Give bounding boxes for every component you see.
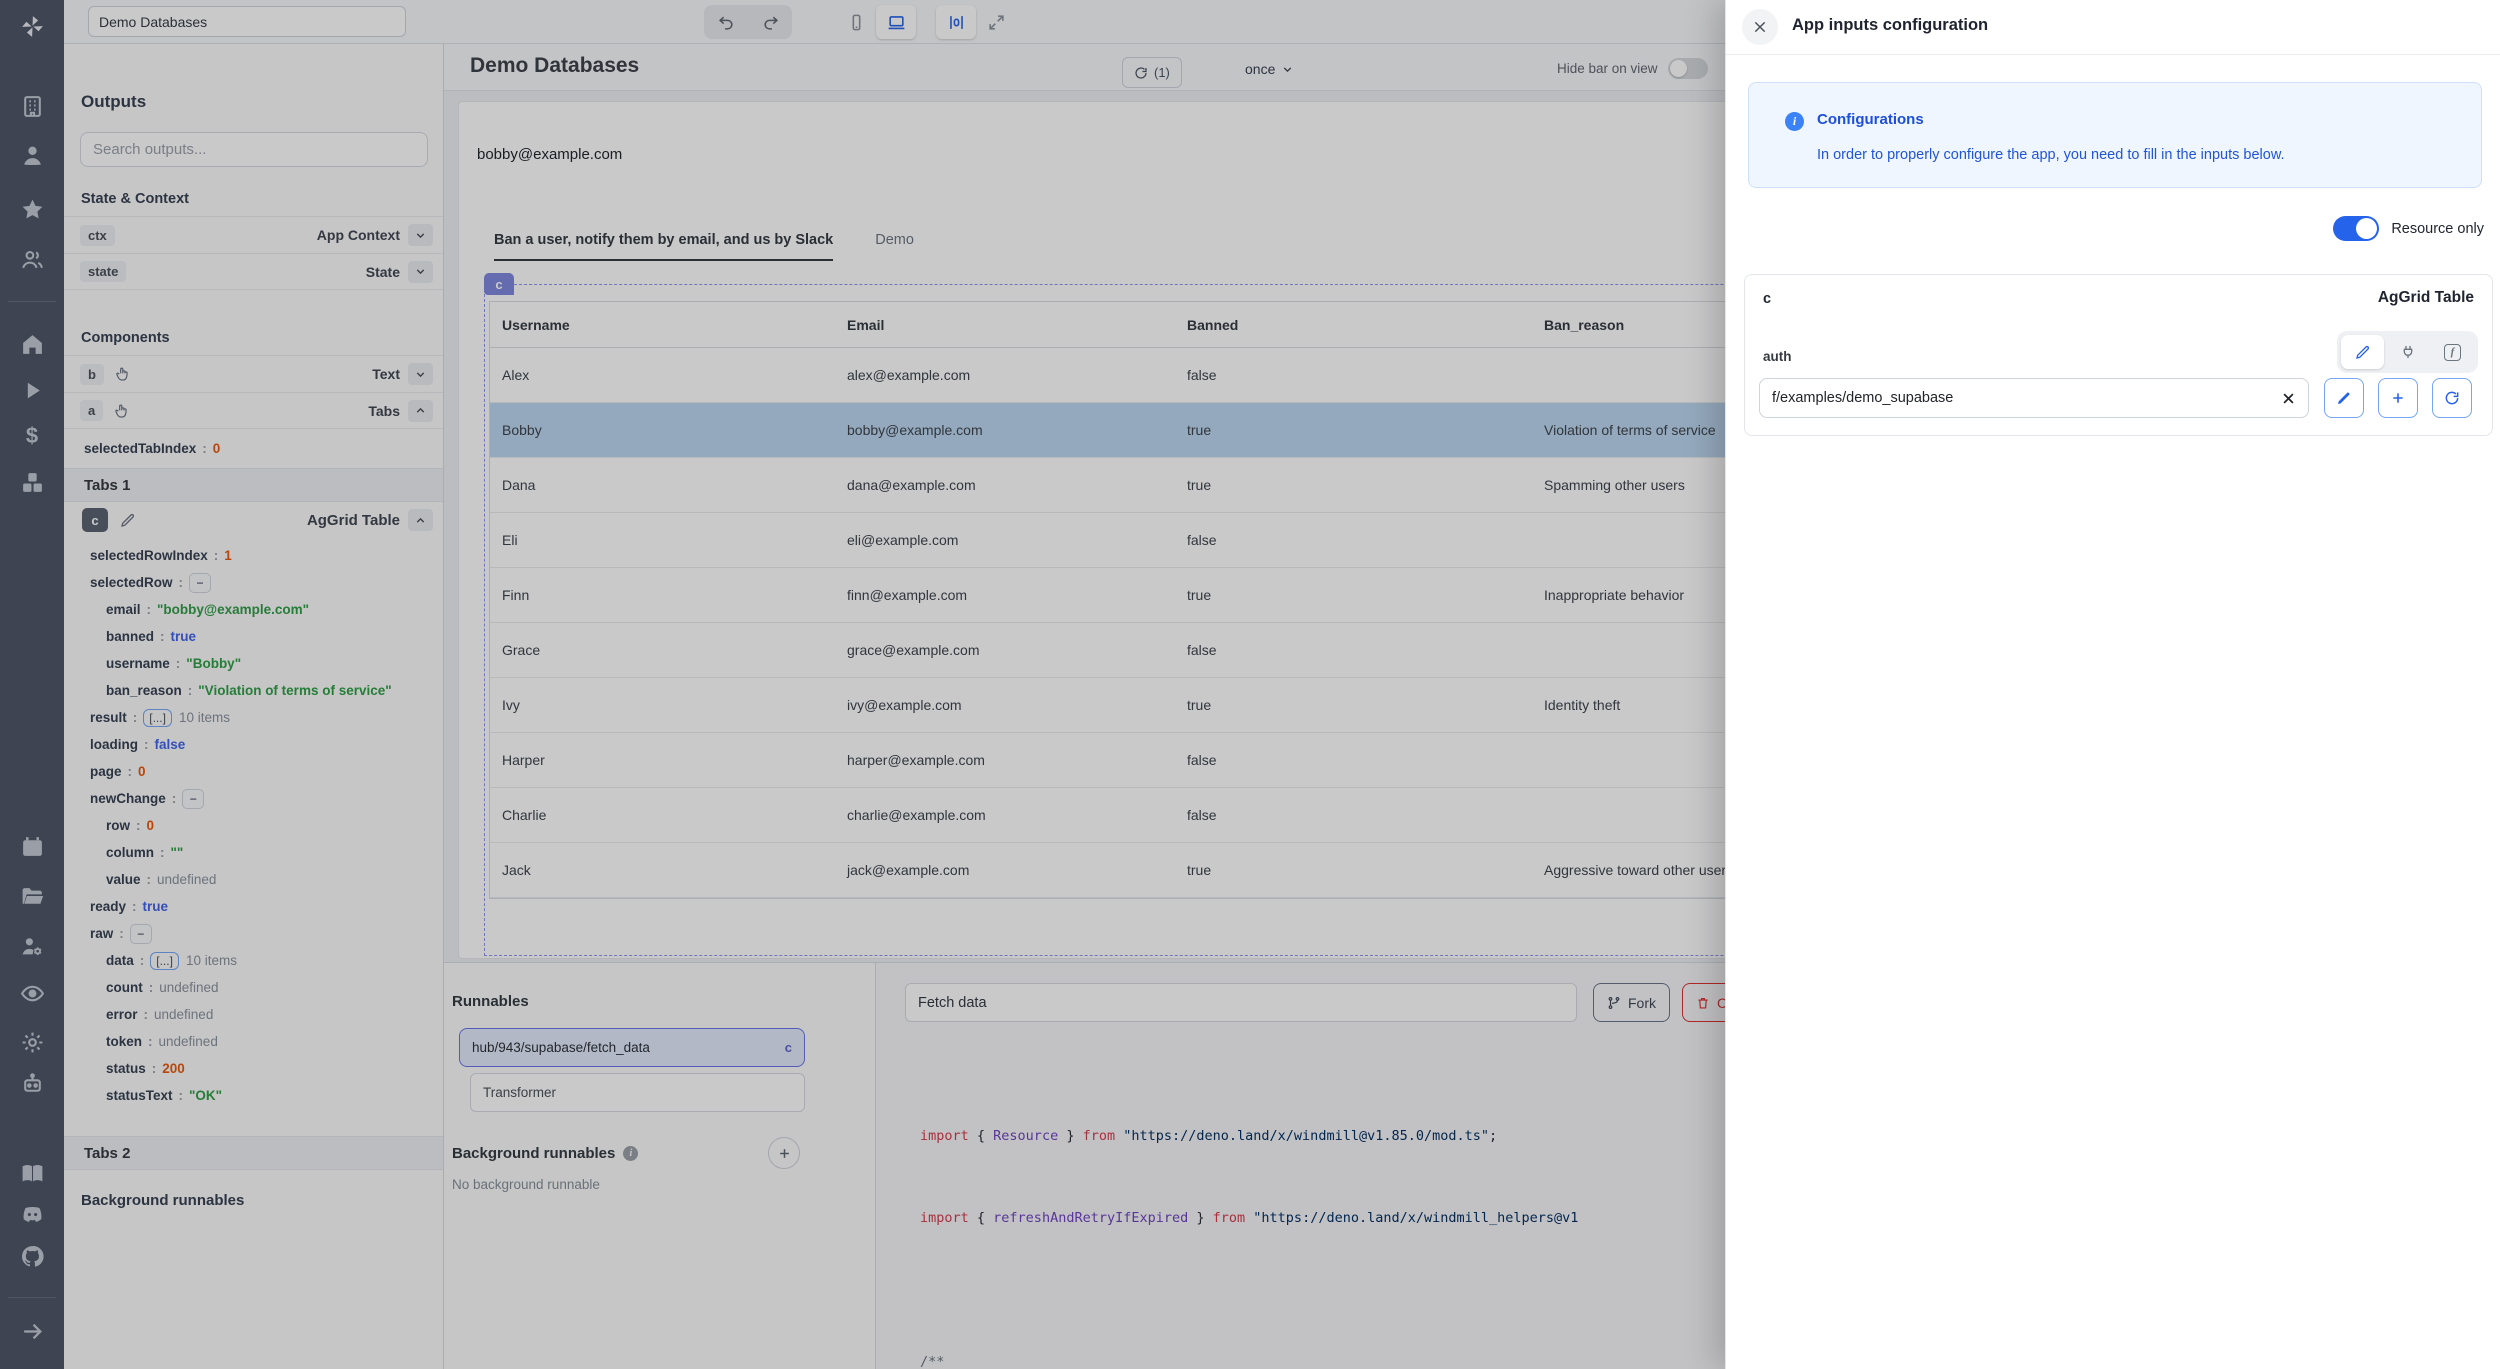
edit-resource-button[interactable] xyxy=(2324,378,2364,418)
resource-input[interactable]: f/examples/demo_supabase xyxy=(1759,378,2309,418)
configurations-alert: i Configurations In order to properly co… xyxy=(1748,82,2482,188)
alert-body: In order to properly configure the app, … xyxy=(1817,147,2285,163)
alert-title: Configurations xyxy=(1817,111,1924,128)
info-icon: i xyxy=(1785,112,1804,131)
plus-icon xyxy=(2390,390,2406,406)
drawer-title: App inputs configuration xyxy=(1792,16,1988,35)
auth-field-label: auth xyxy=(1763,349,1792,364)
function-icon: f xyxy=(2444,344,2461,361)
connect-mode-button[interactable] xyxy=(2386,335,2429,369)
drawer-backdrop[interactable] xyxy=(0,0,1725,1369)
component-id: c xyxy=(1763,291,1771,307)
plug-icon xyxy=(2400,344,2416,360)
pencil-icon xyxy=(2336,390,2352,406)
component-input-card: c AgGrid Table f auth f/examples/demo_su… xyxy=(1744,274,2493,436)
resource-only-control: Resource only xyxy=(2333,216,2484,241)
eval-mode-button[interactable]: f xyxy=(2431,335,2474,369)
add-resource-button[interactable] xyxy=(2378,378,2418,418)
refresh-resource-button[interactable] xyxy=(2432,378,2472,418)
resource-only-label: Resource only xyxy=(2391,221,2484,237)
input-mode-segmented-control: f xyxy=(2337,331,2478,373)
resource-value: f/examples/demo_supabase xyxy=(1772,390,2281,406)
pencil-icon xyxy=(2355,344,2371,360)
clear-value-icon[interactable] xyxy=(2281,391,2296,406)
component-type: AgGrid Table xyxy=(2378,289,2474,307)
refresh-icon xyxy=(2444,390,2460,406)
app-inputs-drawer: App inputs configuration i Configuration… xyxy=(1725,0,2500,1369)
divider xyxy=(1726,54,2500,55)
resource-only-toggle[interactable] xyxy=(2333,216,2379,241)
static-mode-button[interactable] xyxy=(2341,335,2384,369)
close-icon[interactable] xyxy=(1742,9,1778,45)
